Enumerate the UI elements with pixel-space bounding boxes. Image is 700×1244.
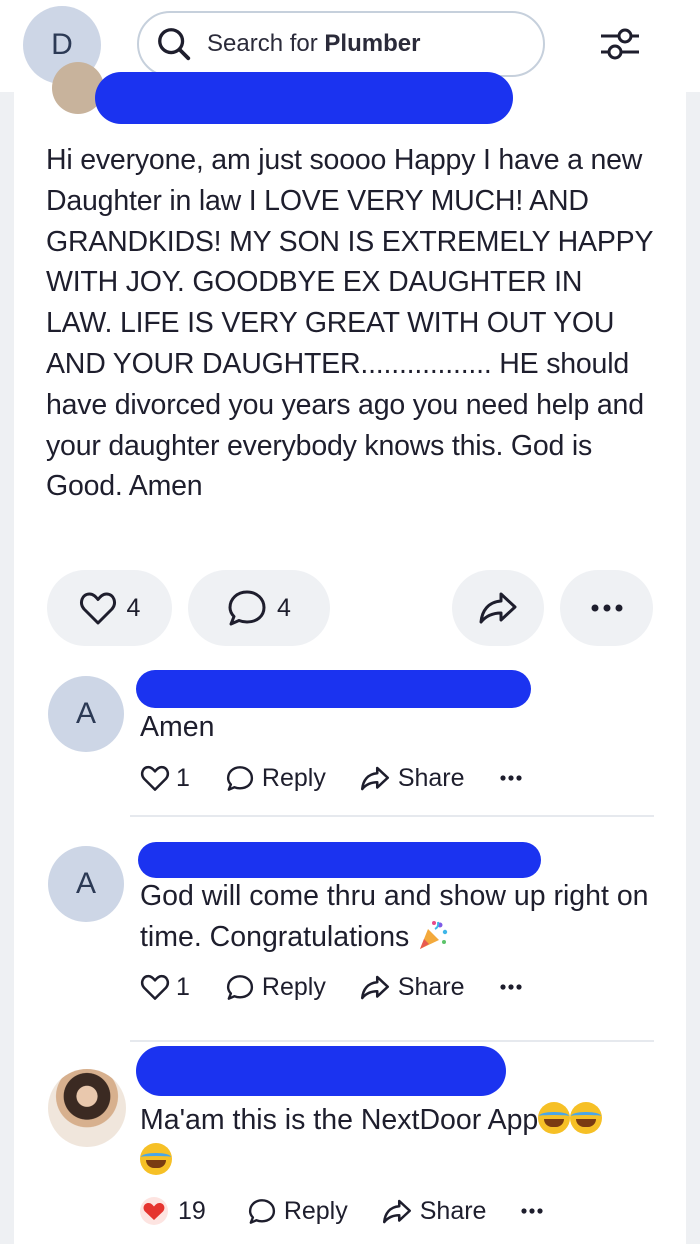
comment-text-body: God will come thru and show up right on … (140, 880, 649, 953)
redacted-commenter-name (136, 670, 531, 708)
comment-like-count: 1 (176, 972, 190, 1001)
post-body: Hi everyone, am just soooo Happy I have … (46, 144, 653, 503)
share-label: Share (419, 1196, 487, 1225)
comment-text: Ma'am this is the NextDoor App (140, 1100, 650, 1182)
redacted-author-name (95, 72, 513, 124)
comment-actions: 19 Reply Share (140, 1193, 544, 1229)
party-popper-icon (420, 921, 448, 949)
share-arrow-icon (382, 1199, 411, 1223)
more-options-button[interactable] (560, 570, 653, 646)
comment-like-button[interactable]: 19 (140, 1197, 206, 1226)
heart-icon (79, 592, 116, 625)
redacted-commenter-name (138, 842, 541, 878)
heart-icon (140, 765, 170, 791)
comment-divider (130, 1040, 654, 1042)
comment-bubble-icon (226, 765, 253, 791)
avatar-initial: A (75, 867, 96, 900)
search-term: Plumber (324, 30, 421, 57)
filter-sliders-icon[interactable] (598, 22, 642, 66)
comment-reply-button[interactable]: Reply (248, 1197, 348, 1226)
share-button[interactable] (452, 570, 544, 646)
feed-background-left (0, 92, 14, 1244)
comment-bubble-icon (228, 590, 266, 626)
reply-label: Reply (261, 763, 326, 792)
comment-photo-avatar[interactable] (48, 1069, 126, 1147)
comment-avatar[interactable]: A (48, 846, 124, 922)
comment-like-button[interactable]: 1 (140, 764, 190, 793)
comment-like-count: 19 (178, 1196, 206, 1225)
like-button[interactable]: 4 (47, 570, 172, 646)
search-placeholder: Search for Plumber (207, 30, 420, 58)
share-arrow-icon (360, 766, 389, 790)
comment-reply-button[interactable]: Reply (226, 973, 326, 1002)
heart-icon (140, 974, 170, 1000)
feed-background-right (686, 92, 700, 1244)
comment-share-button[interactable]: Share (360, 973, 465, 1002)
tears-of-joy-emoji-icon (140, 1143, 172, 1175)
reply-label: Reply (261, 972, 326, 1001)
like-count: 4 (126, 593, 141, 622)
comment-text-body: Ma'am this is the NextDoor App (140, 1104, 539, 1136)
comment-text: Amen (140, 711, 215, 743)
share-label: Share (397, 763, 465, 792)
comment-bubble-icon (248, 1198, 275, 1224)
comment-actions: 1 Reply Share (140, 760, 523, 796)
comment-bubble-icon (226, 974, 253, 1000)
comment-button[interactable]: 4 (188, 570, 330, 646)
comment-like-button[interactable]: 1 (140, 973, 190, 1002)
comment-share-button[interactable]: Share (360, 764, 465, 793)
comment-text: God will come thru and show up right on … (140, 876, 650, 958)
share-arrow-icon (360, 975, 389, 999)
comment-share-button[interactable]: Share (382, 1196, 487, 1226)
tears-of-joy-emoji-icon (570, 1102, 603, 1134)
share-label: Share (397, 972, 465, 1001)
search-icon (158, 28, 191, 61)
more-dots-icon[interactable] (520, 1207, 544, 1215)
avatar-initial: A (75, 697, 96, 730)
comment-reply-button[interactable]: Reply (226, 764, 326, 793)
search-prefix: Search for (207, 30, 325, 57)
tears-of-joy-emoji-icon (538, 1102, 571, 1134)
liked-heart-icon (140, 1197, 168, 1225)
comment-count: 4 (277, 593, 291, 622)
more-dots-icon (591, 604, 622, 612)
comment-avatar[interactable]: A (48, 676, 124, 752)
search-input[interactable]: Search for Plumber (137, 11, 545, 77)
profile-initial: D (51, 28, 73, 61)
more-dots-icon[interactable] (499, 983, 523, 991)
redacted-commenter-name (136, 1046, 506, 1096)
comment-actions: 1 Reply Share (140, 969, 523, 1005)
share-arrow-icon (479, 592, 517, 624)
reply-label: Reply (283, 1196, 348, 1225)
comment-divider (130, 815, 654, 817)
comment-like-count: 1 (176, 763, 190, 792)
more-dots-icon[interactable] (499, 774, 523, 782)
